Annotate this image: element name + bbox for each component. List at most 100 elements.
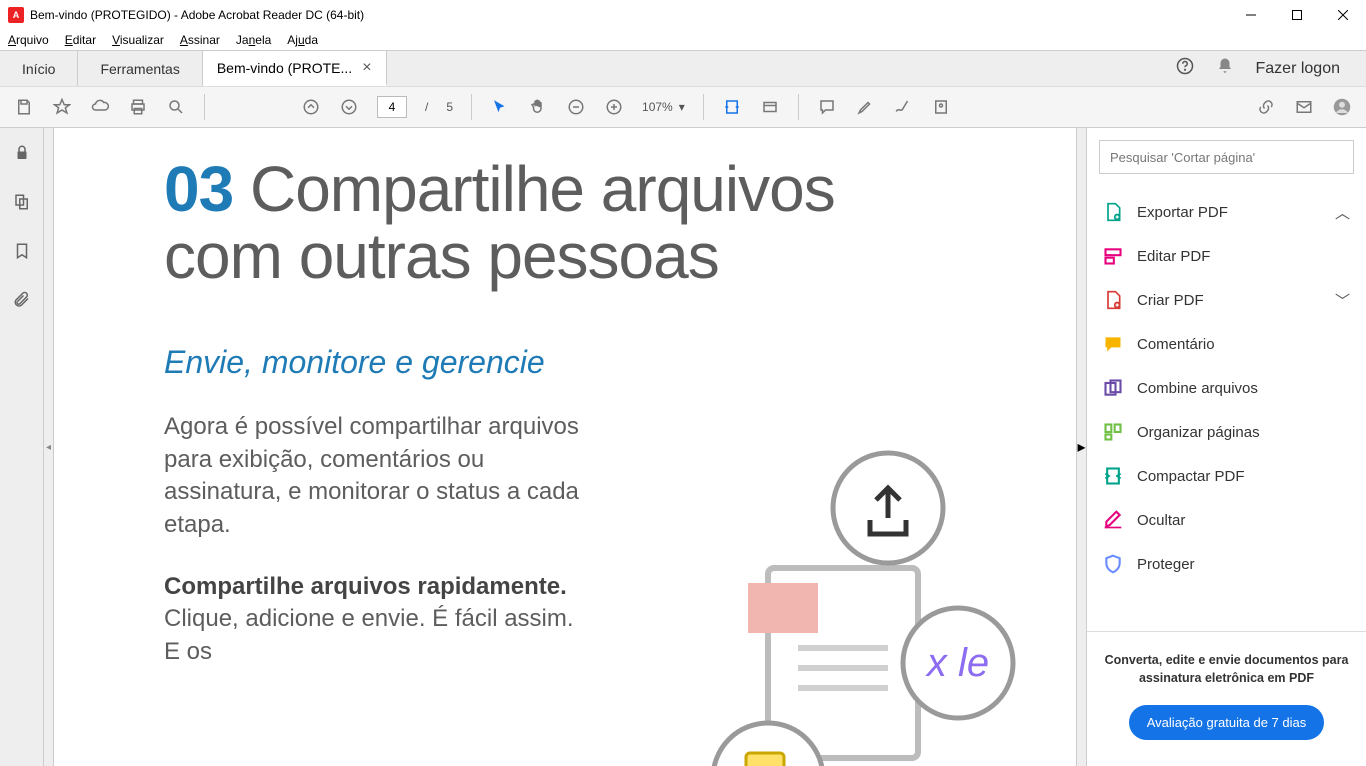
cloud-icon[interactable] [90,98,110,116]
tool-redact[interactable]: Ocultar [1093,498,1360,542]
tool-label: Editar PDF [1137,248,1210,265]
doc-para2-rest: Clique, adicione e envie. É fácil assim.… [164,605,574,664]
tab-tools[interactable]: Ferramentas [78,51,202,86]
page-total: 5 [446,100,453,114]
tool-edit-pdf[interactable]: Editar PDF [1093,234,1360,278]
profile-icon[interactable] [1332,98,1352,116]
tab-document-label: Bem-vindo (PROTE... [217,60,352,76]
tool-compress[interactable]: Compactar PDF [1093,454,1360,498]
notifications-icon[interactable] [1216,57,1234,80]
close-button[interactable] [1320,0,1366,30]
chevron-up-icon: ︿ [1335,202,1350,223]
promo-text: Converta, edite e envie documentos para … [1103,652,1350,687]
menu-edit[interactable]: Editar [65,33,96,47]
toolbar: / 5 107%▾ [0,86,1366,128]
tool-label: Ocultar [1137,512,1185,529]
app-icon: A [8,7,24,23]
tool-label: Proteger [1137,556,1195,573]
hand-tool-icon[interactable] [528,98,548,116]
title-bar: A Bem-vindo (PROTEGIDO) - Adobe Acrobat … [0,0,1366,30]
doc-subheading: Envie, monitore e gerencie [164,344,966,381]
doc-heading-text: Compartilhe arquivos com outras pessoas [164,153,835,292]
tab-close-icon[interactable]: × [362,59,371,77]
chevron-down-icon: ﹀ [1335,290,1350,311]
highlight-tool-icon[interactable] [855,98,875,116]
create-pdf-icon [1103,290,1123,310]
menu-bar: Arquivo Editar Visualizar Assinar Janela… [0,30,1366,50]
page-number-input[interactable] [377,96,407,118]
menu-help[interactable]: Ajuda [287,33,318,47]
print-icon[interactable] [128,98,148,116]
stamp-tool-icon[interactable] [931,98,951,116]
tab-bar: Início Ferramentas Bem-vindo (PROTE... ×… [0,50,1366,86]
comment-tool-icon[interactable] [817,98,837,116]
save-icon[interactable] [14,98,34,116]
minimize-button[interactable] [1228,0,1274,30]
menu-view[interactable]: Visualizar [112,33,164,47]
help-icon[interactable] [1176,57,1194,80]
right-panel-toggle[interactable]: ▸ [1076,128,1086,766]
comment-icon [1103,334,1123,354]
doc-heading-number: 03 [164,153,233,225]
tool-label: Comentário [1137,336,1215,353]
tool-create-pdf[interactable]: Criar PDF ﹀ [1093,278,1360,322]
email-icon[interactable] [1294,98,1314,116]
read-mode-icon[interactable] [760,98,780,116]
combine-icon [1103,378,1123,398]
tool-list: Exportar PDF ︿ Editar PDF Criar PDF ﹀ Co… [1087,186,1366,631]
sign-in-button[interactable]: Fazer logon [1256,60,1341,78]
tool-label: Criar PDF [1137,292,1204,309]
svg-text:x le: x le [925,641,989,685]
fit-width-icon[interactable] [722,98,742,116]
tool-comment[interactable]: Comentário [1093,322,1360,366]
menu-window[interactable]: Janela [236,33,271,47]
document-view[interactable]: 03 Compartilhe arquivos com outras pesso… [54,128,1076,766]
search-tools-input[interactable]: Pesquisar 'Cortar página' [1099,140,1354,174]
zoom-in-icon[interactable] [604,98,624,116]
tool-label: Organizar páginas [1137,424,1260,441]
sign-tool-icon[interactable] [893,98,913,116]
edit-pdf-icon [1103,246,1123,266]
doc-paragraph-1: Agora é possível compartilhar arquivos p… [164,411,594,541]
find-icon[interactable] [166,98,186,116]
star-icon[interactable] [52,98,72,116]
left-panel-toggle[interactable]: ◂ [44,128,54,766]
page-down-icon[interactable] [339,98,359,116]
page-separator: / [425,100,428,114]
menu-sign[interactable]: Assinar [180,33,220,47]
lock-icon[interactable] [13,144,31,167]
zoom-dropdown[interactable]: 107%▾ [642,100,685,114]
tool-protect[interactable]: Proteger [1093,542,1360,586]
zoom-out-icon[interactable] [566,98,586,116]
doc-heading: 03 Compartilhe arquivos com outras pesso… [164,156,966,290]
select-tool-icon[interactable] [490,98,510,116]
tool-label: Exportar PDF [1137,204,1228,221]
redact-icon [1103,510,1123,530]
window-title: Bem-vindo (PROTEGIDO) - Adobe Acrobat Re… [30,8,364,22]
left-rail [0,128,44,766]
tab-home[interactable]: Início [0,51,78,86]
tool-export-pdf[interactable]: Exportar PDF ︿ [1093,190,1360,234]
organize-icon [1103,422,1123,442]
doc-illustration: x le [658,448,1058,766]
promo-panel: Converta, edite e envie documentos para … [1087,631,1366,766]
doc-paragraph-2: Compartilhe arquivos rapidamente. Clique… [164,571,594,668]
content-area: ◂ 03 Compartilhe arquivos com outras pes… [0,128,1366,766]
tool-combine[interactable]: Combine arquivos [1093,366,1360,410]
tool-organize[interactable]: Organizar páginas [1093,410,1360,454]
right-tools-pane: Pesquisar 'Cortar página' Exportar PDF ︿… [1086,128,1366,766]
attachments-icon[interactable] [13,291,31,314]
share-link-icon[interactable] [1256,98,1276,116]
free-trial-button[interactable]: Avaliação gratuita de 7 dias [1129,705,1324,740]
menu-file[interactable]: Arquivo [8,33,49,47]
tool-label: Compactar PDF [1137,468,1245,485]
search-placeholder: Pesquisar 'Cortar página' [1110,150,1255,165]
thumbnails-icon[interactable] [13,193,31,216]
page-up-icon[interactable] [301,98,321,116]
compress-icon [1103,466,1123,486]
protect-icon [1103,554,1123,574]
tab-document[interactable]: Bem-vindo (PROTE... × [203,50,387,86]
bookmarks-icon[interactable] [13,242,31,265]
maximize-button[interactable] [1274,0,1320,30]
tool-label: Combine arquivos [1137,380,1258,397]
